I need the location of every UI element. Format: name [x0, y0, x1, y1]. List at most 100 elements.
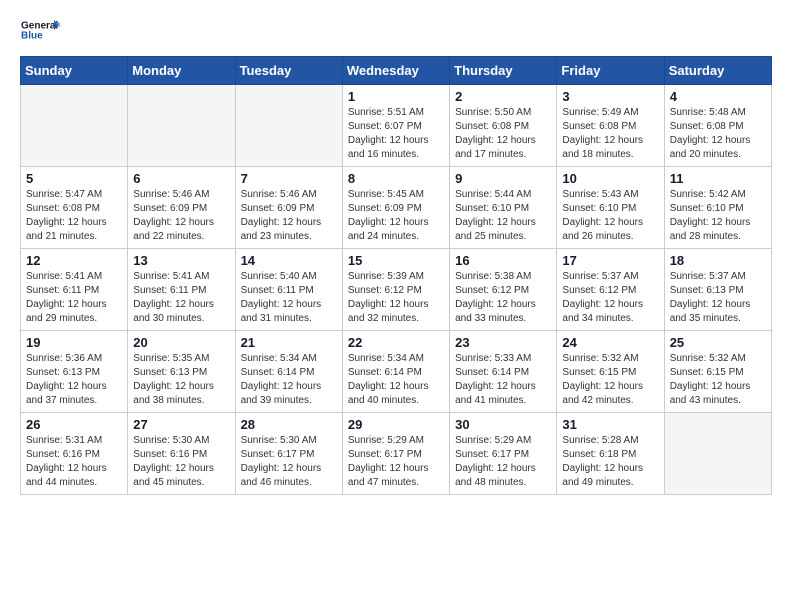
calendar-week-row: 19Sunrise: 5:36 AM Sunset: 6:13 PM Dayli…: [21, 331, 772, 413]
calendar-cell: 6Sunrise: 5:46 AM Sunset: 6:09 PM Daylig…: [128, 167, 235, 249]
day-detail: Sunrise: 5:30 AM Sunset: 6:17 PM Dayligh…: [241, 434, 337, 490]
calendar-cell: 10 Sunrise: 5:43 AM Sunset: 6:10 PM Dayli…: [557, 167, 664, 249]
day-number: 14: [241, 253, 337, 268]
day-detail: Sunrise: 5:32 AM Sunset: 6:15 PM Dayligh…: [562, 352, 658, 408]
calendar-cell: 3Sunrise: 5:49 AM Sunset: 6:08 PM Daylig…: [557, 85, 664, 167]
day-detail: Sunrise: 5:51 AM Sunset: 6:07 PM Dayligh…: [348, 106, 444, 162]
day-number: 15: [348, 253, 444, 268]
calendar-week-row: 1 Sunrise: 5:51 AM Sunset: 6:07 PM Daylig…: [21, 85, 772, 167]
day-number: 19: [26, 335, 122, 350]
weekday-header: Saturday: [664, 57, 771, 85]
day-detail: Sunrise: 5:44 AM Sunset: 6:10 PM Dayligh…: [455, 188, 551, 244]
day-number: 26: [26, 417, 122, 432]
weekday-header: Tuesday: [235, 57, 342, 85]
calendar-cell: 21 Sunrise: 5:34 AM Sunset: 6:14 PM Dayli…: [235, 331, 342, 413]
day-detail: Sunrise: 5:34 AM Sunset: 6:14 PM Dayligh…: [241, 352, 337, 408]
day-detail: Sunrise: 5:43 AM Sunset: 6:10 PM Dayligh…: [562, 188, 658, 244]
calendar-cell: 17 Sunrise: 5:37 AM Sunset: 6:12 PM Dayli…: [557, 249, 664, 331]
day-number: 18: [670, 253, 766, 268]
calendar-cell: 20 Sunrise: 5:35 AM Sunset: 6:13 PM Dayli…: [128, 331, 235, 413]
calendar-week-row: 26 Sunrise: 5:31 AM Sunset: 6:16 PM Dayli…: [21, 413, 772, 495]
weekday-header: Monday: [128, 57, 235, 85]
day-detail: Sunrise: 5:41 AM Sunset: 6:11 PM Dayligh…: [133, 270, 229, 326]
day-number: 7: [241, 171, 337, 186]
calendar-cell: 5 Sunrise: 5:47 AM Sunset: 6:08 PM Daylig…: [21, 167, 128, 249]
day-number: 17: [562, 253, 658, 268]
weekday-header: Thursday: [450, 57, 557, 85]
calendar-cell: 26 Sunrise: 5:31 AM Sunset: 6:16 PM Dayli…: [21, 413, 128, 495]
day-detail: Sunrise: 5:29 AM Sunset: 6:17 PM Dayligh…: [455, 434, 551, 490]
weekday-header: Friday: [557, 57, 664, 85]
day-number: 16: [455, 253, 551, 268]
calendar-cell: 22 Sunrise: 5:34 AM Sunset: 6:14 PM Dayli…: [342, 331, 449, 413]
weekday-header-row: SundayMondayTuesdayWednesdayThursdayFrid…: [21, 57, 772, 85]
day-number: 1: [348, 89, 444, 104]
day-number: 9: [455, 171, 551, 186]
day-detail: Sunrise: 5:41 AM Sunset: 6:11 PM Dayligh…: [26, 270, 122, 326]
calendar-week-row: 12 Sunrise: 5:41 AM Sunset: 6:11 PM Dayli…: [21, 249, 772, 331]
calendar-cell: 19Sunrise: 5:36 AM Sunset: 6:13 PM Dayli…: [21, 331, 128, 413]
calendar-cell: 31Sunrise: 5:28 AM Sunset: 6:18 PM Dayli…: [557, 413, 664, 495]
svg-text:Blue: Blue: [21, 31, 43, 42]
calendar-cell: 4Sunrise: 5:48 AM Sunset: 6:08 PM Daylig…: [664, 85, 771, 167]
day-number: 20: [133, 335, 229, 350]
calendar-cell: 1 Sunrise: 5:51 AM Sunset: 6:07 PM Daylig…: [342, 85, 449, 167]
calendar-table: SundayMondayTuesdayWednesdayThursdayFrid…: [20, 56, 772, 495]
day-detail: Sunrise: 5:34 AM Sunset: 6:14 PM Dayligh…: [348, 352, 444, 408]
calendar-cell: 18 Sunrise: 5:37 AM Sunset: 6:13 PM Dayli…: [664, 249, 771, 331]
calendar-cell: 9 Sunrise: 5:44 AM Sunset: 6:10 PM Daylig…: [450, 167, 557, 249]
calendar-cell: [128, 85, 235, 167]
day-detail: Sunrise: 5:37 AM Sunset: 6:12 PM Dayligh…: [562, 270, 658, 326]
day-detail: Sunrise: 5:31 AM Sunset: 6:16 PM Dayligh…: [26, 434, 122, 490]
logo-icon: General Blue: [20, 16, 60, 44]
calendar-cell: 14 Sunrise: 5:40 AM Sunset: 6:11 PM Dayli…: [235, 249, 342, 331]
day-number: 8: [348, 171, 444, 186]
calendar-cell: 29Sunrise: 5:29 AM Sunset: 6:17 PM Dayli…: [342, 413, 449, 495]
day-detail: Sunrise: 5:33 AM Sunset: 6:14 PM Dayligh…: [455, 352, 551, 408]
calendar-cell: 15Sunrise: 5:39 AM Sunset: 6:12 PM Dayli…: [342, 249, 449, 331]
calendar-cell: 16Sunrise: 5:38 AM Sunset: 6:12 PM Dayli…: [450, 249, 557, 331]
calendar-cell: 13 Sunrise: 5:41 AM Sunset: 6:11 PM Dayli…: [128, 249, 235, 331]
calendar-cell: 11 Sunrise: 5:42 AM Sunset: 6:10 PM Dayli…: [664, 167, 771, 249]
day-detail: Sunrise: 5:37 AM Sunset: 6:13 PM Dayligh…: [670, 270, 766, 326]
day-detail: Sunrise: 5:30 AM Sunset: 6:16 PM Dayligh…: [133, 434, 229, 490]
day-detail: Sunrise: 5:48 AM Sunset: 6:08 PM Dayligh…: [670, 106, 766, 162]
logo: General Blue: [20, 16, 60, 44]
day-detail: Sunrise: 5:35 AM Sunset: 6:13 PM Dayligh…: [133, 352, 229, 408]
calendar-cell: 25 Sunrise: 5:32 AM Sunset: 6:15 PM Dayli…: [664, 331, 771, 413]
day-number: 12: [26, 253, 122, 268]
day-number: 24: [562, 335, 658, 350]
day-detail: Sunrise: 5:47 AM Sunset: 6:08 PM Dayligh…: [26, 188, 122, 244]
weekday-header: Wednesday: [342, 57, 449, 85]
day-number: 10: [562, 171, 658, 186]
day-detail: Sunrise: 5:40 AM Sunset: 6:11 PM Dayligh…: [241, 270, 337, 326]
page-container: General Blue SundayMondayTuesdayWednesda…: [0, 0, 792, 515]
day-detail: Sunrise: 5:49 AM Sunset: 6:08 PM Dayligh…: [562, 106, 658, 162]
day-detail: Sunrise: 5:28 AM Sunset: 6:18 PM Dayligh…: [562, 434, 658, 490]
day-number: 27: [133, 417, 229, 432]
day-detail: Sunrise: 5:29 AM Sunset: 6:17 PM Dayligh…: [348, 434, 444, 490]
day-number: 2: [455, 89, 551, 104]
day-detail: Sunrise: 5:42 AM Sunset: 6:10 PM Dayligh…: [670, 188, 766, 244]
day-detail: Sunrise: 5:32 AM Sunset: 6:15 PM Dayligh…: [670, 352, 766, 408]
day-detail: Sunrise: 5:46 AM Sunset: 6:09 PM Dayligh…: [241, 188, 337, 244]
calendar-cell: 8 Sunrise: 5:45 AM Sunset: 6:09 PM Daylig…: [342, 167, 449, 249]
day-number: 11: [670, 171, 766, 186]
day-number: 25: [670, 335, 766, 350]
day-number: 21: [241, 335, 337, 350]
day-number: 13: [133, 253, 229, 268]
calendar-cell: 23Sunrise: 5:33 AM Sunset: 6:14 PM Dayli…: [450, 331, 557, 413]
day-detail: Sunrise: 5:50 AM Sunset: 6:08 PM Dayligh…: [455, 106, 551, 162]
calendar-cell: 27 Sunrise: 5:30 AM Sunset: 6:16 PM Dayli…: [128, 413, 235, 495]
day-number: 5: [26, 171, 122, 186]
calendar-cell: [664, 413, 771, 495]
day-detail: Sunrise: 5:46 AM Sunset: 6:09 PM Dayligh…: [133, 188, 229, 244]
calendar-cell: 12 Sunrise: 5:41 AM Sunset: 6:11 PM Dayli…: [21, 249, 128, 331]
weekday-header: Sunday: [21, 57, 128, 85]
day-number: 22: [348, 335, 444, 350]
page-header: General Blue: [20, 16, 772, 44]
calendar-cell: 7 Sunrise: 5:46 AM Sunset: 6:09 PM Daylig…: [235, 167, 342, 249]
calendar-cell: 30Sunrise: 5:29 AM Sunset: 6:17 PM Dayli…: [450, 413, 557, 495]
svg-text:General: General: [21, 21, 58, 32]
day-detail: Sunrise: 5:45 AM Sunset: 6:09 PM Dayligh…: [348, 188, 444, 244]
